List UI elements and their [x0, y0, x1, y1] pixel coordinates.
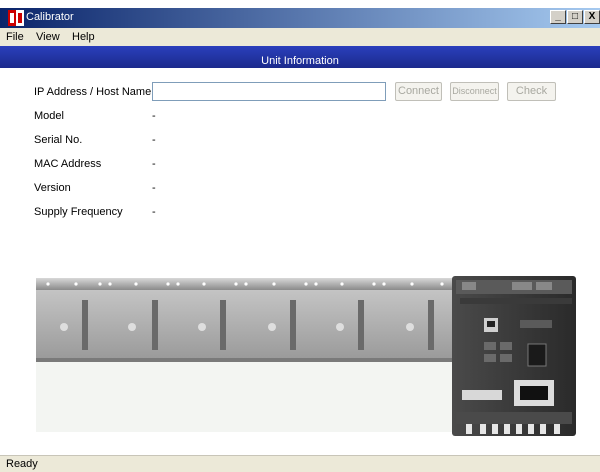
menu-file[interactable]: File [6, 31, 24, 43]
menu-view[interactable]: View [36, 31, 60, 43]
supply-frequency-label: Supply Frequency [34, 206, 123, 218]
ip-address-label: IP Address / Host Name [34, 86, 152, 98]
serial-label: Serial No. [34, 134, 83, 146]
version-label: Version [34, 182, 71, 194]
menu-bar: File View Help [0, 28, 600, 46]
calibrator-window: Calibrator _ □ X File View Help Unit Inf… [0, 0, 600, 472]
mac-address-value: - [152, 158, 156, 170]
mac-address-label: MAC Address [34, 158, 102, 170]
connect-button[interactable]: Connect [395, 82, 442, 101]
supply-frequency-value: - [152, 206, 156, 218]
model-value: - [152, 110, 156, 122]
serial-value: - [152, 134, 156, 146]
ip-address-input[interactable] [152, 82, 386, 101]
status-bar: Ready [0, 455, 600, 472]
maximize-button[interactable]: □ [567, 10, 583, 24]
title-bar[interactable]: Calibrator _ □ X [0, 8, 600, 28]
check-button[interactable]: Check [507, 82, 556, 101]
device-rack-illustration [36, 272, 584, 443]
version-value: - [152, 182, 156, 194]
app-logo-icon [8, 10, 24, 26]
window-title: Calibrator [26, 11, 74, 23]
model-label: Model [34, 110, 64, 122]
status-text: Ready [6, 458, 38, 470]
section-title: Unit Information [261, 55, 339, 67]
disconnect-button[interactable]: Disconnect [450, 82, 499, 101]
close-button[interactable]: X [584, 10, 600, 24]
menu-help[interactable]: Help [72, 31, 95, 43]
minimize-button[interactable]: _ [550, 10, 566, 24]
